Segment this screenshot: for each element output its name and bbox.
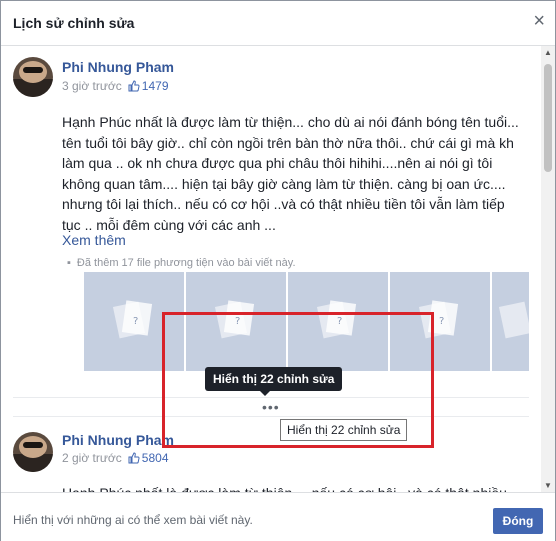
visibility-note: Hiển thị với những ai có thể xem bài viế… [13,513,253,527]
media-thumbnail[interactable] [492,272,529,371]
post-time[interactable]: 3 giờ trước [62,79,122,93]
photo-placeholder-icon [498,301,529,339]
like-count-value: 1479 [141,79,169,93]
scroll-down-icon[interactable]: ▼ [544,481,552,490]
post-meta: 2 giờ trước 5804 [62,451,169,465]
like-count[interactable]: 1479 [128,79,169,93]
svg-text:?: ? [133,316,138,327]
thumbs-up-icon [128,80,140,92]
author-name[interactable]: Phi Nhung Pham [62,59,174,75]
photo-placeholder-icon: ? [112,300,153,339]
author-name[interactable]: Phi Nhung Pham [62,432,174,448]
post-meta: 3 giờ trước 1479 [62,79,169,93]
tooltip-dark: Hiển thị 22 chỉnh sửa [205,367,343,396]
like-count[interactable]: 5804 [128,451,169,465]
dialog-header: Lịch sử chỉnh sửa × [1,1,555,46]
svg-text:?: ? [439,316,444,327]
tooltip-light: Hiển thị 22 chỉnh sửa [280,419,408,441]
tooltip-arrow [260,391,270,396]
post-time[interactable]: 2 giờ trước [62,451,122,465]
post-text: Hạnh Phúc nhất là được làm từ thiện... c… [62,114,519,233]
scrollbar-thumb[interactable] [544,64,552,172]
thumbs-up-icon [128,452,140,464]
tooltip-dark-text: Hiển thị 22 chỉnh sửa [213,372,335,386]
media-note-text: Đã thêm 17 file phương tiện vào bài viết… [76,257,296,269]
edit-history-dialog: Lịch sử chỉnh sửa × Phi Nhung Pham 3 giờ… [0,0,556,541]
bullet-icon: ▪ [67,257,71,269]
media-note: ▪ Đã thêm 17 file phương tiện vào bài viế… [67,257,296,269]
close-icon[interactable]: × [533,11,545,31]
scroll-up-icon[interactable]: ▲ [544,48,552,57]
post-text: Hạnh Phúc nhất là được làm từ thiện ... … [62,483,527,492]
scrollbar[interactable]: ▲ ▼ [541,46,555,492]
close-button[interactable]: Đóng [493,508,543,534]
like-count-value: 5804 [141,451,169,465]
dialog-footer: Hiển thị với những ai có thể xem bài viế… [1,492,555,541]
avatar[interactable] [13,57,53,97]
dialog-title: Lịch sử chỉnh sửa [13,15,135,31]
avatar[interactable] [13,432,53,472]
see-more-link[interactable]: Xem thêm [62,232,126,248]
